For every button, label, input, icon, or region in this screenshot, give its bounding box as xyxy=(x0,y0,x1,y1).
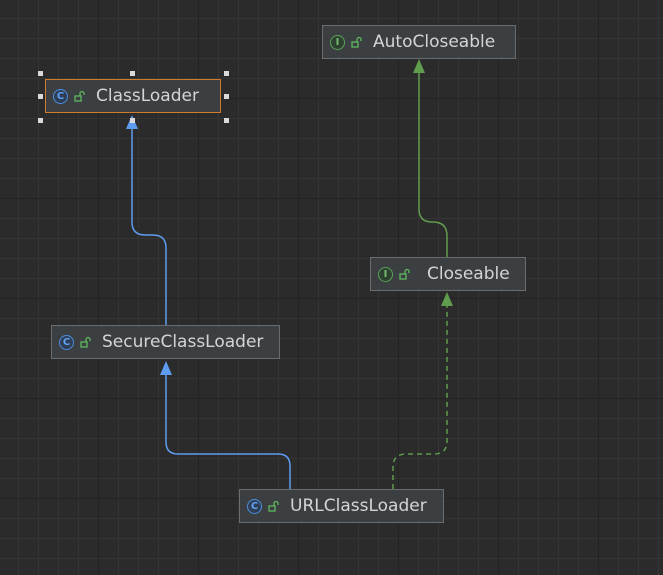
edge-urlclassloader-to-closeable xyxy=(392,305,448,489)
unlocked-public-icon xyxy=(399,268,410,280)
class-c-icon: C xyxy=(59,334,74,350)
unlocked-public-icon xyxy=(351,36,362,48)
selection-handle-right[interactable] xyxy=(224,94,229,99)
node-autocloseable[interactable]: I AutoCloseable xyxy=(322,25,516,59)
unlocked-public-icon xyxy=(268,500,279,512)
node-urlclassloader[interactable]: C URLClassLoader xyxy=(239,489,444,523)
class-c-icon: C xyxy=(247,498,262,514)
arrowhead-autocloseable xyxy=(413,59,425,73)
selection-handle-left[interactable] xyxy=(38,94,43,99)
node-label: AutoCloseable xyxy=(373,32,496,52)
edge-closeable-to-autocloseable xyxy=(418,70,448,257)
node-secureclassloader[interactable]: C SecureClassLoader xyxy=(51,325,280,359)
selection-handle-top-right[interactable] xyxy=(224,71,229,76)
arrowhead-secureclassloader xyxy=(160,361,172,375)
interface-i-icon: I xyxy=(330,34,345,50)
node-label: ClassLoader xyxy=(96,86,199,106)
selection-handle-top[interactable] xyxy=(130,71,135,76)
selection-handle-top-left[interactable] xyxy=(38,71,43,76)
node-label: SecureClassLoader xyxy=(102,332,264,352)
node-closeable[interactable]: I Closeable xyxy=(370,257,526,291)
edge-urlclassloader-to-secureclassloader xyxy=(165,372,291,489)
arrowhead-closeable xyxy=(441,292,453,306)
node-label: Closeable xyxy=(427,264,510,284)
interface-i-icon: I xyxy=(378,266,393,282)
unlocked-public-icon xyxy=(80,336,91,348)
selection-handle-bottom-right[interactable] xyxy=(224,118,229,123)
class-c-icon: C xyxy=(53,88,68,104)
unlocked-public-icon xyxy=(74,90,85,102)
selection-handle-bottom[interactable] xyxy=(130,118,135,123)
node-label: URLClassLoader xyxy=(290,496,427,516)
selection-handle-bottom-left[interactable] xyxy=(38,118,43,123)
node-classloader[interactable]: C ClassLoader xyxy=(45,79,221,113)
edge-secureclassloader-to-classloader xyxy=(131,125,167,325)
